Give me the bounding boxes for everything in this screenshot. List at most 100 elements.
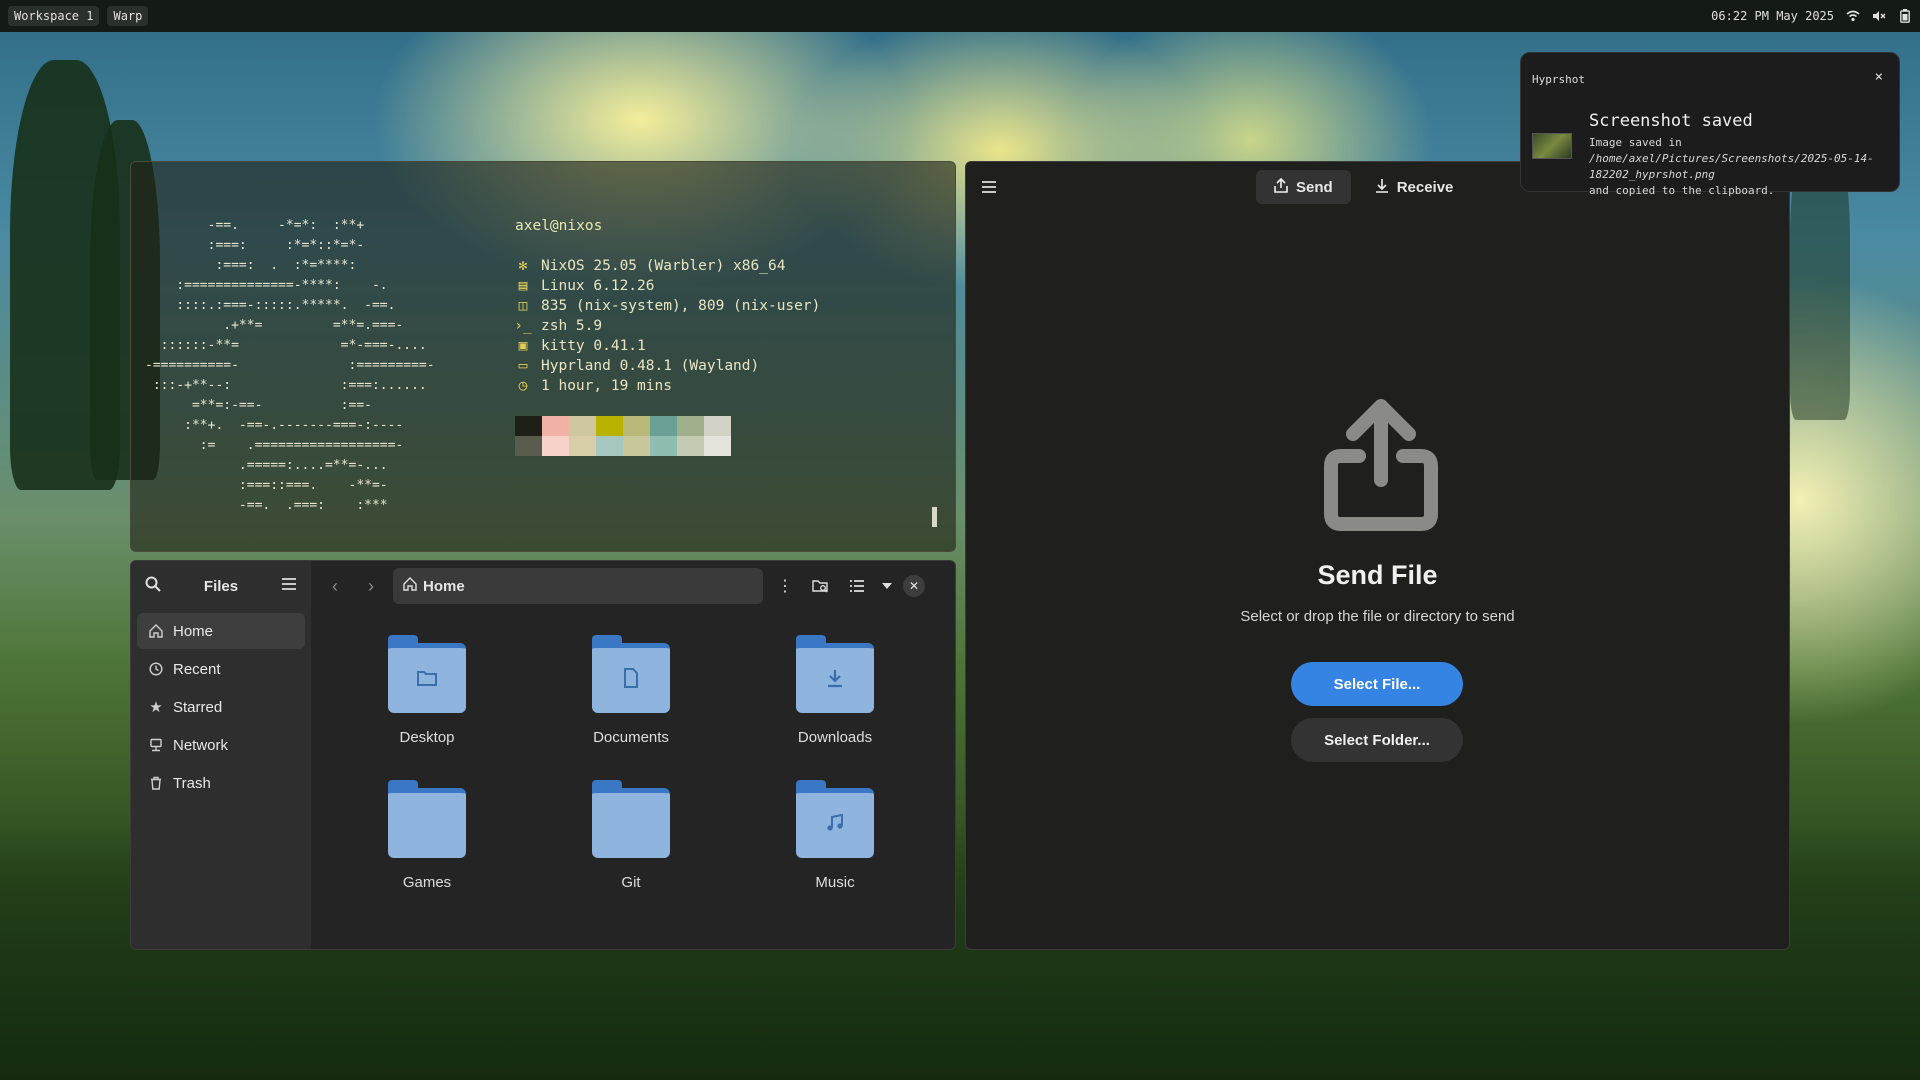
view-options-dropdown-icon[interactable] — [879, 572, 895, 600]
palette-swatch — [515, 436, 542, 456]
terminal-window[interactable]: -==. -*=*: :**+ :===: :*=*::*=*- :===: .… — [130, 161, 956, 552]
info-row: ◫ 835 (nix-system), 809 (nix-user) — [515, 296, 821, 316]
info-shell: zsh 5.9 — [541, 318, 603, 334]
files-sidebar: Files Home Recent ★ Starred Network Tras… — [131, 561, 311, 949]
palette-swatch — [677, 436, 704, 456]
more-options-icon[interactable]: ⋮ — [771, 572, 799, 600]
palette-swatch — [596, 436, 623, 456]
screenshot-notification[interactable]: Hyprshot × Screenshot saved Image saved … — [1520, 52, 1900, 197]
active-window-title: Warp — [107, 6, 149, 26]
palette-swatch — [650, 416, 677, 436]
star-icon: ★ — [149, 699, 163, 716]
back-arrow-icon[interactable]: ‹ — [321, 572, 349, 600]
recent-icon — [149, 662, 163, 676]
info-wm: Hyprland 0.48.1 (Wayland) — [541, 358, 760, 374]
path-bar[interactable]: Home — [393, 568, 763, 604]
info-row: ▭ Hyprland 0.48.1 (Wayland) — [515, 356, 820, 376]
hamburger-menu-icon[interactable] — [978, 176, 1000, 198]
select-file-button[interactable]: Select File... — [1291, 662, 1463, 706]
files-window[interactable]: Files Home Recent ★ Starred Network Tras… — [130, 560, 956, 950]
tab-send[interactable]: Send — [1256, 170, 1351, 204]
info-kernel: Linux 6.12.26 — [541, 278, 655, 294]
notification-app-name: Hyprshot — [1532, 73, 1585, 86]
folder-name: Downloads — [797, 729, 873, 746]
hamburger-menu-icon[interactable] — [281, 577, 297, 596]
palette-swatch — [623, 436, 650, 456]
tab-label: Receive — [1396, 178, 1454, 196]
folder-name: Games — [402, 874, 452, 891]
upload-icon — [1274, 177, 1288, 197]
download-icon — [1375, 178, 1389, 197]
sidebar-item-home[interactable]: Home — [137, 613, 305, 649]
close-window-button[interactable]: ✕ — [903, 575, 925, 597]
path-label: Home — [423, 577, 465, 595]
info-os: NixOS 25.05 (Warbler) x86_64 — [541, 258, 786, 274]
list-view-icon[interactable] — [843, 572, 871, 600]
sidebar-header: Files — [131, 561, 311, 611]
folder-music[interactable]: Music — [765, 780, 905, 891]
info-row: ◷ 1 hour, 19 mins — [515, 376, 820, 396]
mode-tabs: Send Receive — [1256, 170, 1471, 204]
clock[interactable]: 06:22 PM May 2025 — [1711, 9, 1834, 23]
sidebar-item-label: Recent — [173, 660, 221, 678]
color-palette — [515, 416, 731, 456]
send-title: Send File — [1317, 560, 1438, 590]
send-subtitle: Select or drop the file or directory to … — [1240, 608, 1515, 625]
user-host: axel@nixos — [515, 218, 603, 234]
nixos-icon: ✻ — [518, 258, 528, 274]
files-title: Files — [203, 577, 239, 595]
forward-arrow-icon[interactable]: › — [357, 572, 385, 600]
workspace-indicator[interactable]: Workspace 1 — [8, 6, 100, 26]
sidebar-item-label: Network — [173, 736, 229, 754]
tab-receive[interactable]: Receive — [1357, 170, 1472, 204]
select-folder-button[interactable]: Select Folder... — [1291, 718, 1463, 762]
system-info: axel@nixos ✻ NixOS 25.05 (Warbler) x86_64… — [514, 216, 821, 396]
volume-muted-icon[interactable] — [1872, 9, 1886, 23]
sidebar-item-trash[interactable]: Trash — [137, 765, 305, 801]
notification-file-path: /home/axel/Pictures/Screenshots/2025-05-… — [1589, 152, 1874, 181]
documents-folder-icon — [623, 668, 639, 693]
desktop-folder-icon — [416, 669, 438, 692]
screenshot-thumbnail — [1532, 133, 1572, 159]
files-toolbar: ‹ › Home ⋮ ✕ — [311, 561, 955, 611]
palette-swatch — [623, 416, 650, 436]
sidebar-item-network[interactable]: Network — [137, 727, 305, 763]
top-bar: Workspace 1 Warp 06:22 PM May 2025 — [0, 0, 1920, 32]
sidebar-item-starred[interactable]: ★ Starred — [137, 689, 305, 725]
battery-icon[interactable] — [1898, 9, 1912, 23]
info-row: ▤ Linux 6.12.26 — [515, 276, 820, 296]
folder-desktop[interactable]: Desktop — [357, 635, 497, 746]
notification-body-suffix: and copied to the clipboard. — [1589, 184, 1775, 197]
folder-name: Git — [621, 874, 641, 891]
sidebar-item-label: Starred — [173, 698, 223, 716]
folder-documents[interactable]: Documents — [561, 635, 701, 746]
palette-swatch — [542, 436, 569, 456]
search-folder-icon[interactable] — [807, 572, 835, 600]
info-uptime: 1 hour, 19 mins — [541, 378, 672, 394]
folder-name: Desktop — [399, 729, 455, 746]
trash-icon — [149, 776, 163, 790]
close-icon[interactable]: × — [1875, 69, 1883, 85]
folder-name: Documents — [593, 729, 669, 746]
palette-swatch — [515, 416, 542, 436]
home-icon — [403, 577, 417, 595]
downloads-folder-icon — [825, 668, 845, 693]
sidebar-item-recent[interactable]: Recent — [137, 651, 305, 687]
folder-games[interactable]: Games — [357, 780, 497, 891]
folder-name: Music — [815, 874, 855, 891]
palette-swatch — [596, 416, 623, 436]
wifi-icon[interactable] — [1846, 9, 1860, 23]
package-icon: ◫ — [518, 298, 528, 314]
warp-send-window[interactable]: Send Receive Send File Select or drop th… — [965, 161, 1790, 950]
info-terminal: kitty 0.41.1 — [541, 338, 646, 354]
notification-body: Image saved in /home/axel/Pictures/Scree… — [1589, 135, 1889, 199]
home-icon — [149, 624, 163, 638]
nixos-ascii-logo: -==. -*=*: :**+ :===: :*=*::*=*- :===: .… — [145, 218, 435, 513]
share-upload-icon — [1324, 399, 1438, 531]
search-icon[interactable] — [145, 576, 161, 597]
folder-git[interactable]: Git — [561, 780, 701, 891]
sidebar-item-label: Home — [173, 622, 214, 640]
folder-downloads[interactable]: Downloads — [765, 635, 905, 746]
music-folder-icon — [825, 813, 845, 838]
palette-swatch — [569, 416, 596, 436]
